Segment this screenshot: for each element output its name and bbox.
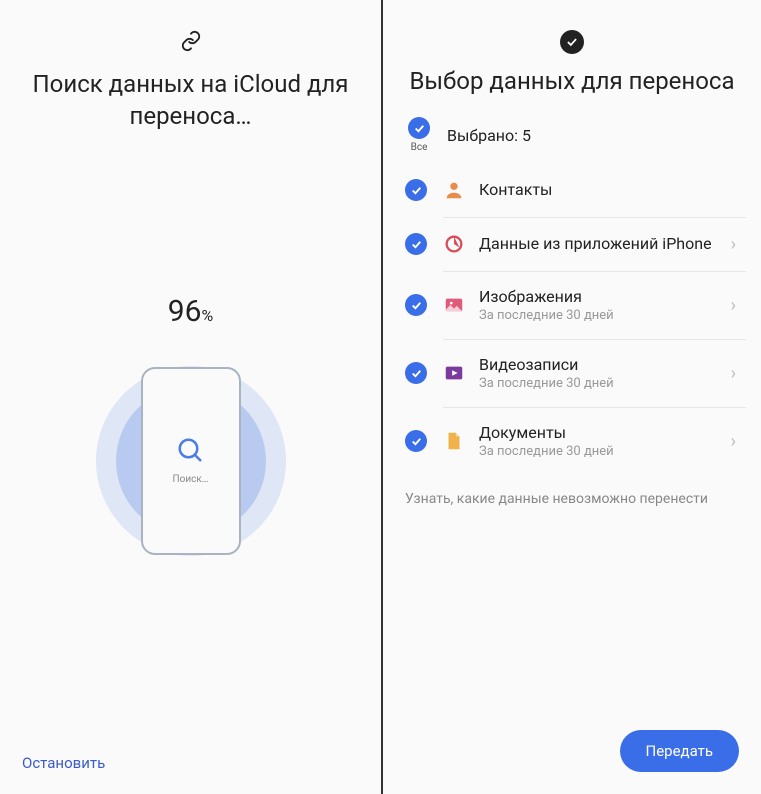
item-check-icon [405,233,427,255]
item-check-icon [405,362,427,384]
image-icon [443,294,465,316]
graphic-label: Поиск… [173,474,209,485]
transfer-button[interactable]: Передать [620,730,740,772]
search-body: 96% Поиск… [0,133,381,732]
item-label: Видеозаписи [479,355,717,375]
page-title: Поиск данных на iCloud для переноса… [0,68,381,133]
item-label: Документы [479,423,717,443]
search-icon [176,436,206,466]
all-label: Все [411,142,428,153]
select-all-row[interactable]: Все Выбрано: 5 [383,97,761,163]
item-label: Данные из приложений iPhone [479,234,717,254]
item-sublabel: За последние 30 дней [479,308,717,323]
item-sublabel: За последние 30 дней [479,376,717,391]
phone-graphic: Поиск… [91,351,291,571]
chevron-right-icon: › [731,234,736,255]
stop-button[interactable]: Остановить [22,754,105,772]
chevron-right-icon: › [731,363,736,384]
item-check-icon [405,179,427,201]
search-icloud-screen: Поиск данных на iCloud для переноса… 96%… [0,0,383,794]
selected-count: Выбрано: 5 [447,126,531,145]
doc-icon [443,430,465,452]
list-item[interactable]: ДокументыЗа последние 30 дней › [383,407,746,475]
video-icon [443,362,465,384]
list-item[interactable]: Данные из приложений iPhone › [383,217,746,271]
item-check-icon [405,294,427,316]
footer: Передать [383,708,761,794]
page-title: Выбор данных для переноса [383,65,761,97]
contact-icon [443,179,465,201]
item-check-icon [405,430,427,452]
item-label: Контакты [479,180,736,200]
phone-outline: Поиск… [141,367,241,555]
item-sublabel: За последние 30 дней [479,444,717,459]
select-all-check-icon [408,117,430,139]
info-link[interactable]: Узнать, какие данные невозможно перенест… [383,475,761,523]
footer: Остановить [0,732,381,794]
chevron-right-icon: › [731,431,736,452]
chevron-right-icon: › [731,295,736,316]
check-header-icon [383,0,761,65]
list-item[interactable]: ВидеозаписиЗа последние 30 дней › [383,339,746,407]
list-item[interactable]: Контакты [383,163,746,217]
link-icon [0,0,381,68]
item-label: Изображения [479,287,717,307]
select-data-screen: Выбор данных для переноса Все Выбрано: 5… [383,0,761,794]
pie-icon [443,233,465,255]
progress-percent: 96% [168,294,213,329]
data-list: КонтактыДанные из приложений iPhone›Изоб… [383,163,761,475]
list-item[interactable]: ИзображенияЗа последние 30 дней › [383,271,746,339]
